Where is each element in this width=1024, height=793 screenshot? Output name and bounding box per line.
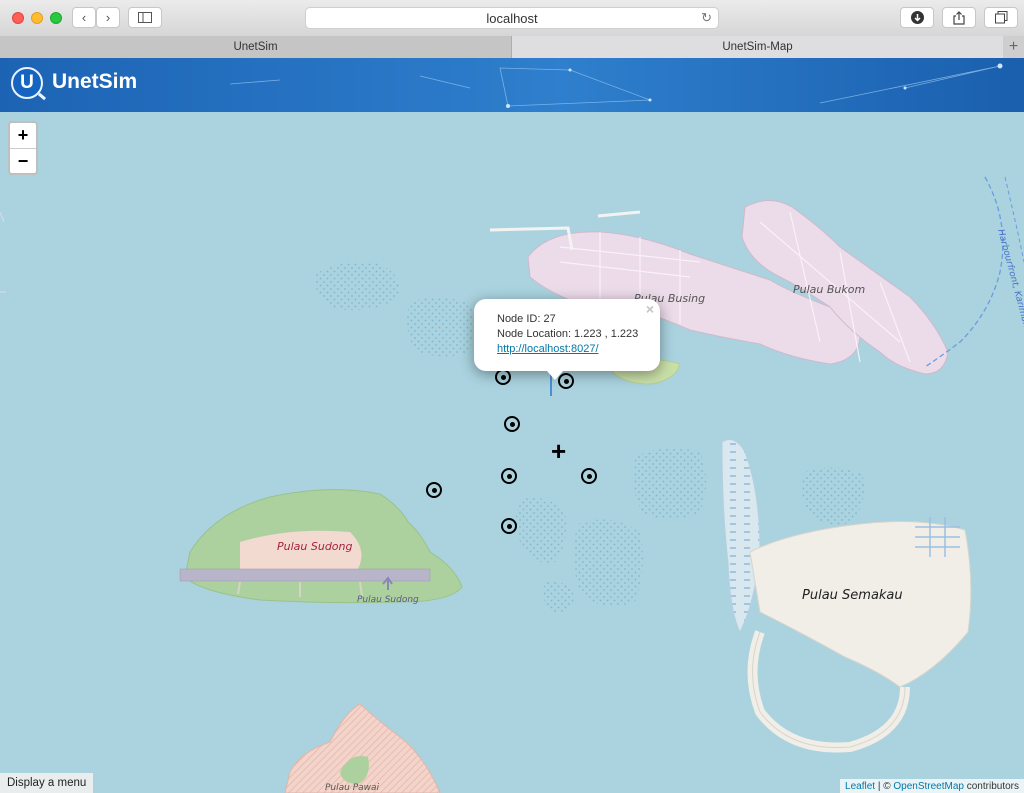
sidebar-icon [138, 12, 152, 23]
zoom-in-button[interactable]: + [10, 123, 36, 149]
attribution-separator: | © [875, 780, 894, 792]
popup-node-location: Node Location: 1.223 , 1.223 [497, 328, 639, 340]
popup-node-id: Node ID: 27 [497, 313, 556, 325]
chevron-right-icon: › [105, 10, 111, 25]
label-harbourfront: Harbourfront, Karimun [995, 228, 1024, 329]
tab-overview-button[interactable] [984, 7, 1018, 28]
close-window-button[interactable] [12, 12, 24, 24]
back-button[interactable]: ‹ [72, 7, 96, 28]
downloads-button[interactable] [900, 7, 934, 28]
forward-button[interactable]: › [96, 7, 120, 28]
sidebar-button[interactable] [128, 7, 162, 28]
pulau-pawai-island [284, 703, 441, 793]
tab-bar: UnetSim UnetSim-Map + [0, 36, 1024, 59]
share-icon [953, 10, 965, 25]
label-pulau-sudong-small: Pulau Sudong [357, 595, 419, 605]
share-button[interactable] [942, 7, 976, 28]
tab-unetsim-map[interactable]: UnetSim-Map [512, 36, 1003, 58]
leaflet-link[interactable]: Leaflet [845, 781, 875, 792]
attribution-contributors: contributors [963, 780, 1019, 792]
popup-tip [547, 371, 563, 380]
map-attribution: Leaflet | © OpenStreetMap contributors [840, 779, 1024, 793]
label-pulau-sudong: Pulau Sudong [277, 540, 353, 553]
reload-icon[interactable]: ↻ [701, 10, 712, 26]
node-marker[interactable] [501, 518, 517, 534]
maximize-window-button[interactable] [50, 12, 62, 24]
popup-close-button[interactable]: × [646, 302, 654, 317]
map-view[interactable]: Pulau Busing Pulau Bukom Pulau Sudong Pu… [0, 112, 1024, 793]
address-bar[interactable]: localhost ↻ [305, 7, 719, 29]
map-tiles: Pulau Busing Pulau Bukom Pulau Sudong Pu… [0, 176, 1024, 793]
node-marker[interactable] [581, 468, 597, 484]
label-pulau-semakau: Pulau Semakau [802, 588, 903, 603]
minimize-window-button[interactable] [31, 12, 43, 24]
popup-node-link[interactable]: http://localhost:8027/ [497, 343, 599, 355]
label-pulau-pawai: Pulau Pawai [325, 783, 380, 793]
url-text: localhost [486, 10, 538, 26]
zoom-out-button[interactable]: − [10, 149, 36, 174]
display-menu-button[interactable]: Display a menu [0, 773, 93, 793]
app-header: U UnetSim [0, 58, 1024, 112]
zoom-control: + − [8, 121, 38, 175]
new-tab-button[interactable]: + [1003, 36, 1024, 58]
tabs-icon [994, 11, 1007, 24]
label-pulau-bukom: Pulau Bukom [793, 283, 865, 296]
openstreetmap-link[interactable]: OpenStreetMap [893, 781, 964, 792]
chevron-left-icon: ‹ [81, 10, 87, 25]
crosshair-icon: + [551, 436, 567, 466]
constellation-decoration [229, 63, 1003, 108]
node-marker[interactable] [426, 482, 442, 498]
tab-unetsim[interactable]: UnetSim [0, 36, 512, 58]
node-info-popup: × Node ID: 27 Node Location: 1.223 , 1.2… [474, 299, 660, 371]
app-title: UnetSim [52, 70, 138, 93]
browser-toolbar: ‹ › localhost ↻ [0, 0, 1024, 37]
download-icon [910, 11, 924, 24]
node-marker[interactable] [501, 468, 517, 484]
node-marker[interactable] [504, 416, 520, 432]
node-marker[interactable] [495, 369, 511, 385]
